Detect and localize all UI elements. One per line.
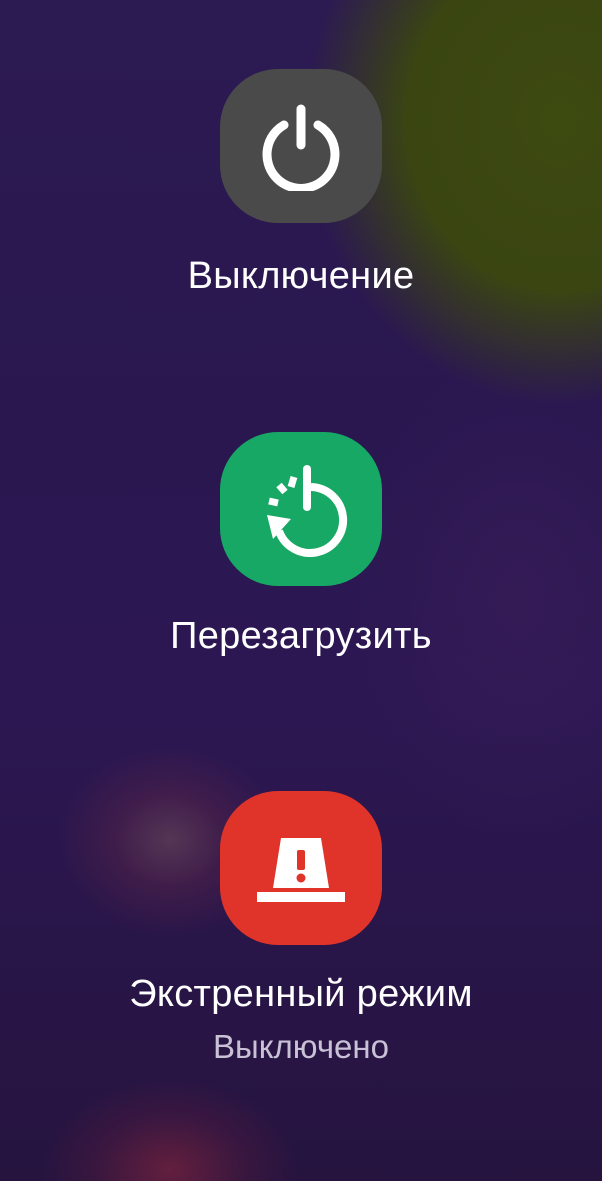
power-off-label: Выключение [187, 255, 415, 297]
emergency-mode-label: Экстренный режим [129, 973, 473, 1015]
restart-button[interactable] [220, 432, 382, 586]
restart-icon [267, 465, 348, 557]
power-off-button[interactable] [220, 69, 382, 223]
emergency-mode-button[interactable] [220, 791, 382, 945]
emergency-beacon-icon [257, 838, 345, 902]
restart-label: Перезагрузить [170, 615, 432, 657]
emergency-mode-status: Выключено [213, 1028, 389, 1065]
power-icon [262, 104, 340, 191]
